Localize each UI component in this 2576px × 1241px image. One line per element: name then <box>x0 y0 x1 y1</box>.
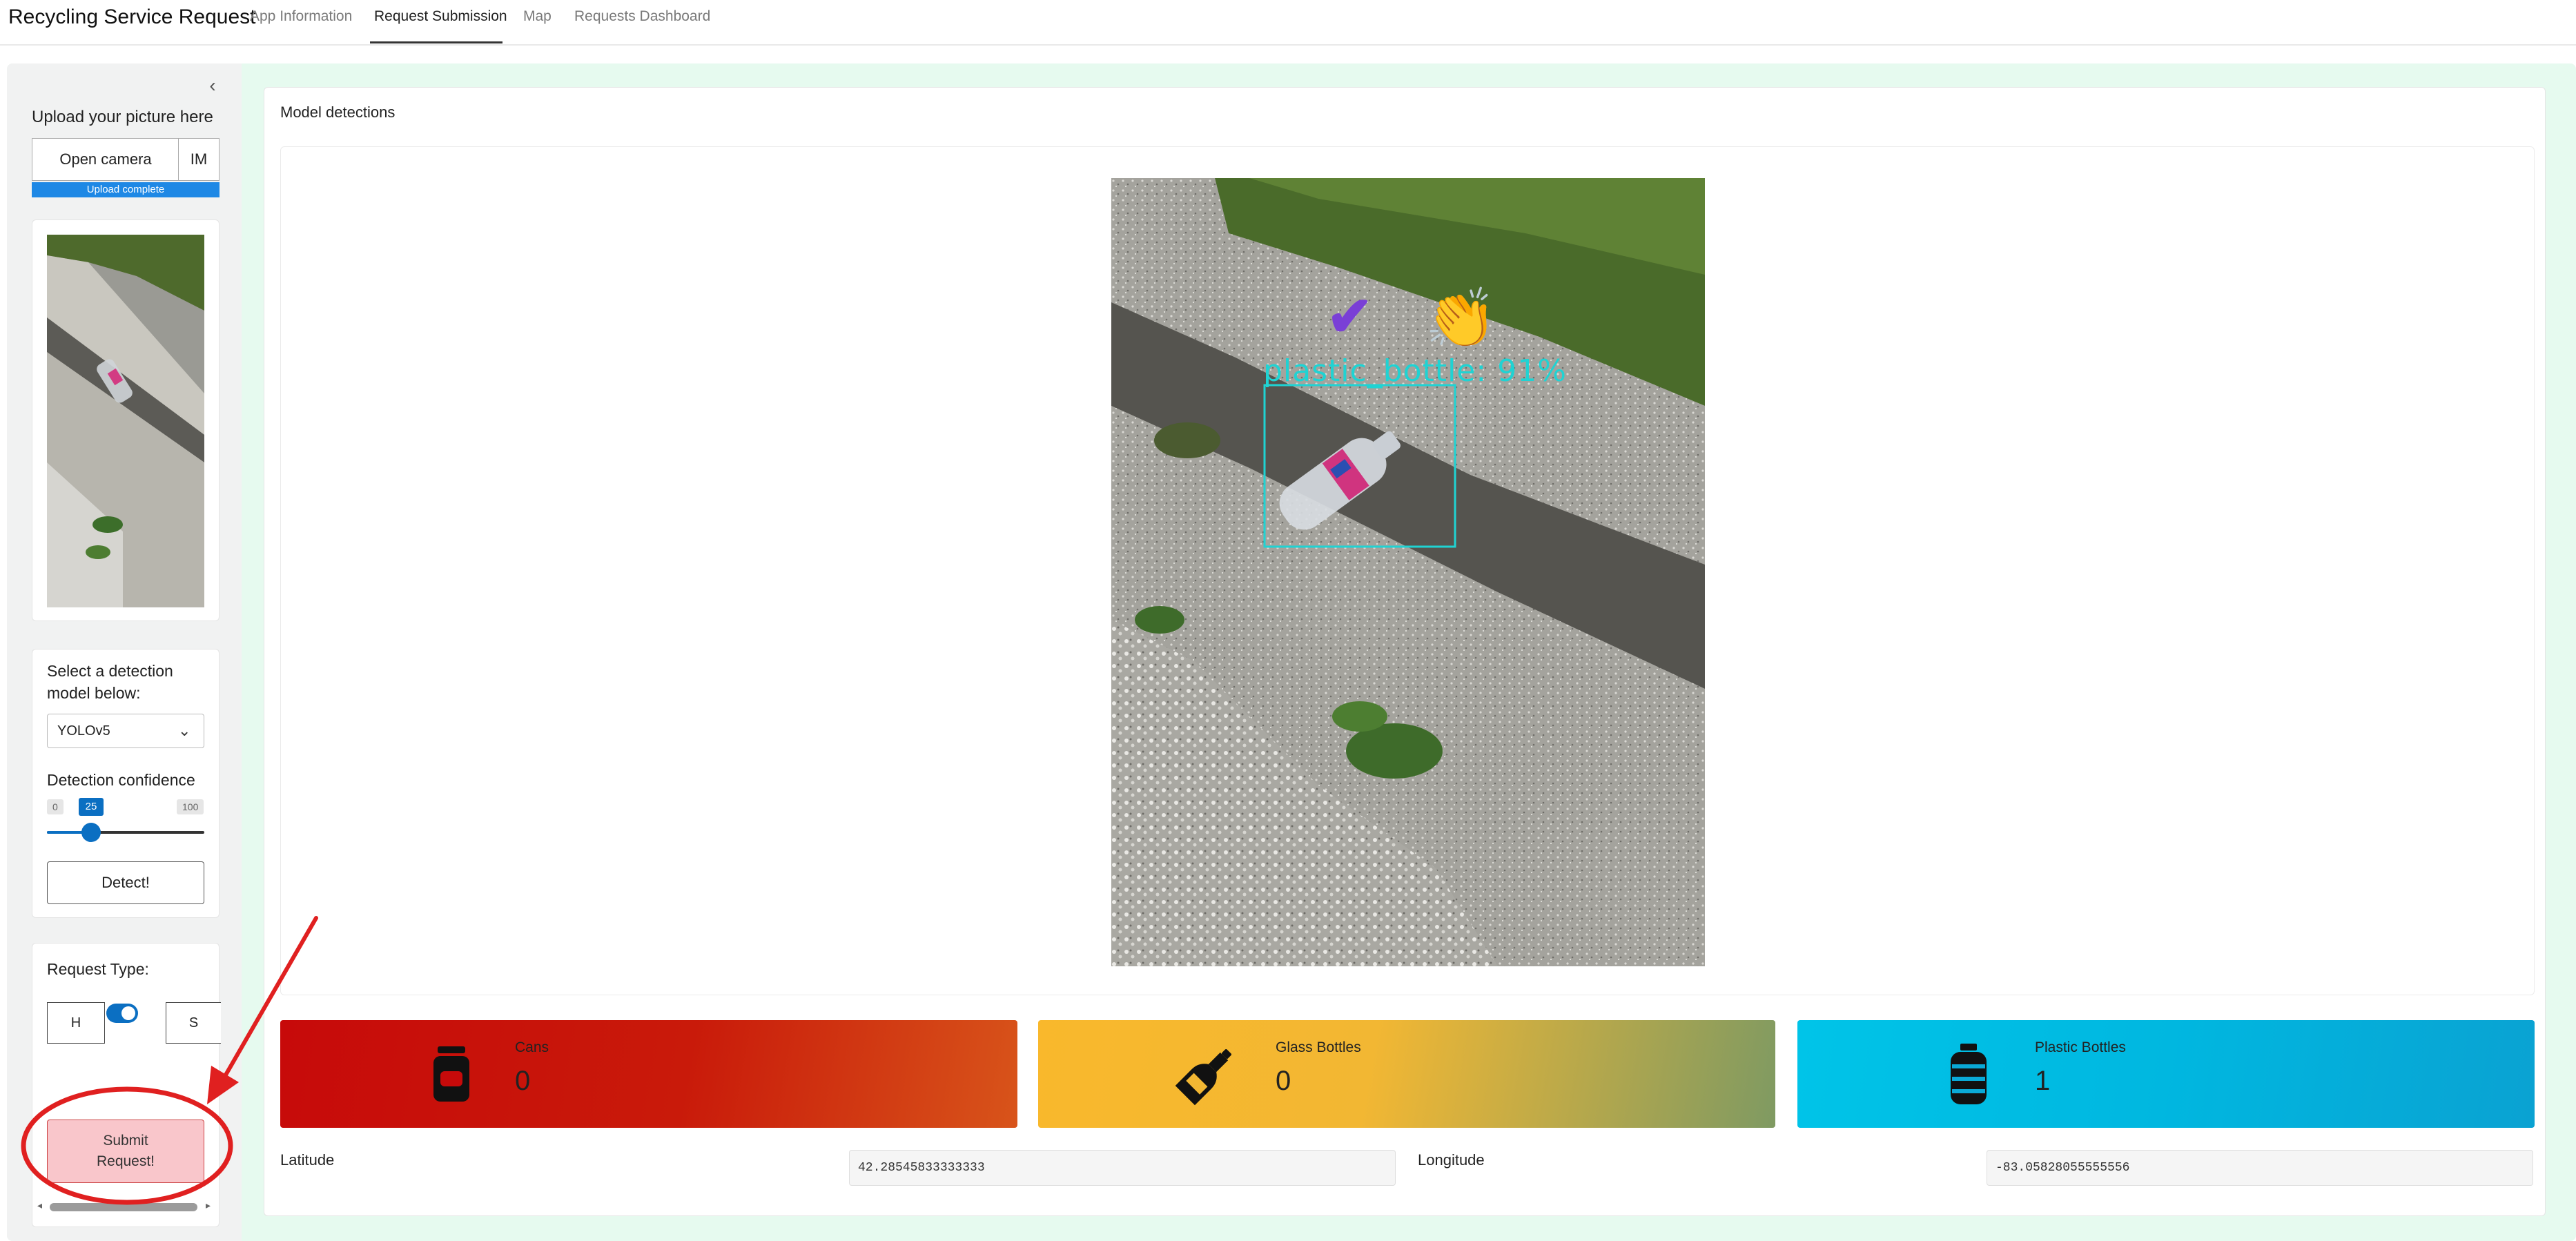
cans-label: Cans <box>515 1039 549 1055</box>
app-brand[interactable]: Recycling Service Request <box>8 6 256 29</box>
main-title: Model detections <box>280 104 396 121</box>
glass-bottles-count: 0 <box>1276 1066 1291 1096</box>
request-type-card <box>32 943 219 1227</box>
glass-bottles-label: Glass Bottles <box>1276 1039 1361 1055</box>
plastic-bottles-label: Plastic Bottles <box>2035 1039 2126 1055</box>
cans-stat-card <box>280 1020 1017 1128</box>
scrollbar-thumb[interactable] <box>50 1203 197 1211</box>
clap-emoji-icon: 👏 <box>1425 286 1497 351</box>
open-camera-button[interactable]: Open camera <box>32 138 179 181</box>
slider-value-label: 25 <box>79 798 104 816</box>
latitude-label: Latitude <box>280 1151 335 1169</box>
request-type-label: Request Type: <box>47 960 149 978</box>
detection-result-image <box>1111 178 1705 966</box>
glass-stat-card <box>1038 1020 1775 1128</box>
plastic-bottles-count: 1 <box>2035 1066 2051 1096</box>
detect-button[interactable]: Detect! <box>47 861 204 904</box>
plastic-stat-card <box>1797 1020 2535 1128</box>
tab-map[interactable]: Map <box>523 8 552 25</box>
slider-min-label: 0 <box>47 799 64 814</box>
chevron-left-icon[interactable]: ‹ <box>204 73 221 98</box>
tab-app-information[interactable]: App Information <box>250 8 352 25</box>
longitude-field[interactable]: -83.05828055555556 <box>1987 1150 2533 1186</box>
submit-request-button[interactable]: Submit Request! <box>47 1120 204 1183</box>
file-upload-button[interactable]: IM <box>178 138 219 181</box>
jar-icon <box>418 1041 485 1107</box>
confidence-label: Detection confidence <box>47 771 195 789</box>
water-jug-icon <box>1935 1041 2002 1107</box>
tab-request-submission[interactable]: Request Submission <box>374 8 507 25</box>
detection-label: plastic_bottle: 91% <box>1263 353 1567 389</box>
chevron-down-icon: ⌄ <box>178 722 191 739</box>
slider-max-label: 100 <box>177 799 204 814</box>
upload-label: Upload your picture here <box>32 108 213 126</box>
scroll-left-icon[interactable]: ◂ <box>37 1200 42 1211</box>
upload-progress-bar: Upload complete <box>32 182 219 197</box>
uploaded-image-thumbnail <box>47 235 204 607</box>
model-select-label: Select a detection model below: <box>47 662 173 702</box>
tab-requests-dashboard[interactable]: Requests Dashboard <box>574 8 710 25</box>
longitude-label: Longitude <box>1418 1151 1485 1169</box>
submit-request-label: Submit Request! <box>96 1133 155 1169</box>
request-type-s-button[interactable]: S <box>166 1002 221 1044</box>
toggle-knob <box>121 1006 135 1020</box>
confidence-slider-handle[interactable] <box>81 823 101 842</box>
bottle-icon <box>1173 1041 1240 1107</box>
cans-count: 0 <box>515 1066 531 1096</box>
latitude-field[interactable]: 42.28545833333333 <box>849 1150 1396 1186</box>
check-emoji-icon: ✔ <box>1327 286 1374 347</box>
request-type-h-button[interactable]: H <box>47 1002 105 1044</box>
scroll-right-icon[interactable]: ▸ <box>206 1200 211 1211</box>
active-tab-indicator <box>370 41 502 43</box>
